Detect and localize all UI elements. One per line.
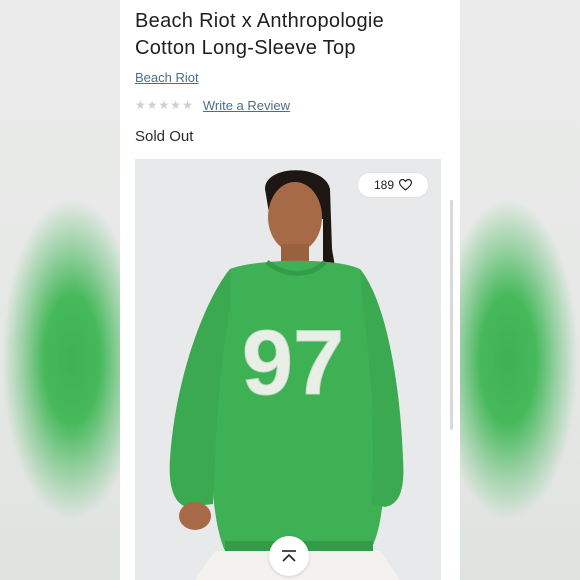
write-review-link[interactable]: Write a Review <box>203 98 290 113</box>
model-photo: 97 <box>135 159 441 580</box>
product-image[interactable]: 97 189 <box>135 159 441 580</box>
star-icon: ★ <box>135 98 146 112</box>
rating-row: ★ ★ ★ ★ ★ Write a Review <box>135 96 290 114</box>
sweatshirt-graphic: 97 <box>242 312 344 414</box>
star-icon: ★ <box>158 98 170 112</box>
blurred-backdrop-left <box>0 0 120 580</box>
chevron-up-icon <box>282 550 296 562</box>
scrollbar[interactable] <box>450 200 453 430</box>
star-icon: ★ <box>170 98 182 112</box>
product-title: Beach Riot x Anthropologie Cotton Long-S… <box>135 10 385 59</box>
brand-link[interactable]: Beach Riot <box>135 70 199 85</box>
product-page: Beach Riot x Anthropologie Cotton Long-S… <box>120 0 460 580</box>
star-icon: ★ <box>146 98 158 112</box>
scroll-to-top-button[interactable] <box>269 536 309 576</box>
blurred-backdrop-right <box>460 0 580 580</box>
stock-status: Sold Out <box>135 128 194 145</box>
like-count: 189 <box>373 178 395 192</box>
star-icon: ★ <box>182 98 193 112</box>
star-rating: ★ ★ ★ ★ ★ <box>135 99 193 111</box>
heart-outline-icon <box>399 179 413 191</box>
like-button[interactable]: 189 <box>358 173 428 197</box>
